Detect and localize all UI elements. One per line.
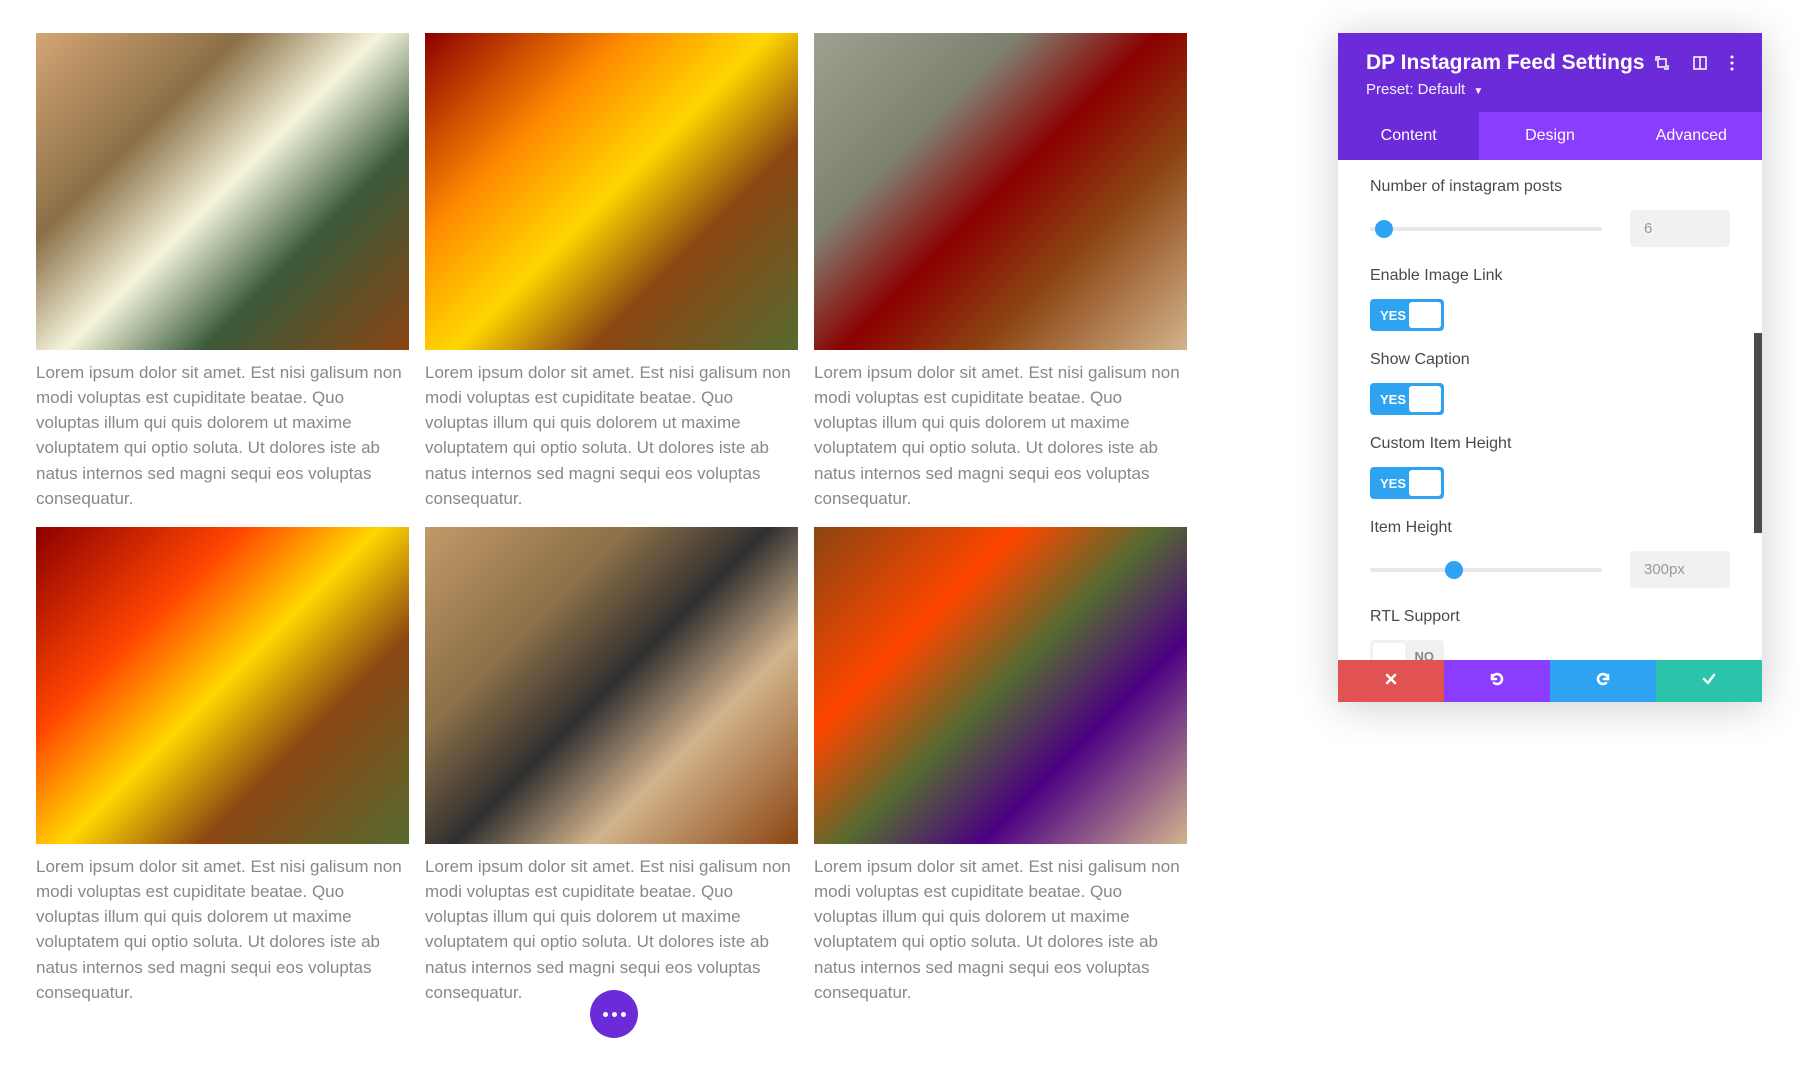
- feed-caption: Lorem ipsum dolor sit amet. Est nisi gal…: [425, 360, 798, 511]
- custom-item-height-toggle[interactable]: YES: [1370, 467, 1444, 499]
- control-label: Item Height: [1370, 519, 1730, 537]
- settings-panel: DP Instagram Feed Settings Preset: Defau…: [1338, 33, 1762, 702]
- preset-label: Preset: Default: [1366, 81, 1465, 98]
- panel-body: Number of instagram posts 6 Enable Image…: [1338, 160, 1762, 660]
- redo-button[interactable]: [1550, 660, 1656, 702]
- save-button[interactable]: [1656, 660, 1762, 702]
- feed-caption: Lorem ipsum dolor sit amet. Est nisi gal…: [36, 854, 409, 1005]
- toggle-knob: [1373, 643, 1405, 660]
- columns-icon[interactable]: [1692, 55, 1708, 71]
- feed-item: Lorem ipsum dolor sit amet. Est nisi gal…: [425, 527, 798, 1005]
- chevron-down-icon: ▼: [1473, 86, 1483, 97]
- feed-item: Lorem ipsum dolor sit amet. Est nisi gal…: [425, 33, 798, 511]
- toggle-knob: [1409, 302, 1441, 328]
- feed-image[interactable]: [814, 527, 1187, 844]
- slider-thumb[interactable]: [1445, 561, 1463, 579]
- feed-item: Lorem ipsum dolor sit amet. Est nisi gal…: [36, 33, 409, 511]
- feed-image[interactable]: [814, 33, 1187, 350]
- control-enable-image-link: Enable Image Link YES: [1370, 267, 1730, 331]
- feed-image[interactable]: [425, 527, 798, 844]
- redo-icon: [1594, 670, 1612, 693]
- tabs: Content Design Advanced: [1338, 112, 1762, 160]
- feed-item: Lorem ipsum dolor sit amet. Est nisi gal…: [36, 527, 409, 1005]
- item-height-slider[interactable]: [1370, 568, 1602, 572]
- panel-header: DP Instagram Feed Settings Preset: Defau…: [1338, 33, 1762, 112]
- close-button[interactable]: [1338, 660, 1444, 702]
- toggle-label: NO: [1405, 649, 1445, 661]
- scrollbar[interactable]: [1754, 333, 1762, 533]
- control-label: Enable Image Link: [1370, 267, 1730, 285]
- feed-image[interactable]: [36, 527, 409, 844]
- control-show-caption: Show Caption YES: [1370, 351, 1730, 415]
- feed-caption: Lorem ipsum dolor sit amet. Est nisi gal…: [814, 360, 1187, 511]
- undo-button[interactable]: [1444, 660, 1550, 702]
- control-item-height: Item Height 300px: [1370, 519, 1730, 588]
- item-height-input[interactable]: 300px: [1630, 551, 1730, 588]
- feed-image[interactable]: [36, 33, 409, 350]
- control-custom-item-height: Custom Item Height YES: [1370, 435, 1730, 499]
- toggle-knob: [1409, 470, 1441, 496]
- tab-design[interactable]: Design: [1479, 112, 1620, 160]
- control-label: Show Caption: [1370, 351, 1730, 369]
- feed-caption: Lorem ipsum dolor sit amet. Est nisi gal…: [425, 854, 798, 1005]
- floating-action-button[interactable]: [590, 990, 638, 1038]
- control-num-posts: Number of instagram posts 6: [1370, 178, 1730, 247]
- toggle-knob: [1409, 386, 1441, 412]
- enable-image-link-toggle[interactable]: YES: [1370, 299, 1444, 331]
- check-icon: [1701, 671, 1717, 692]
- undo-icon: [1488, 670, 1506, 693]
- kebab-icon[interactable]: [1730, 55, 1734, 71]
- close-icon: [1384, 672, 1398, 691]
- feed-caption: Lorem ipsum dolor sit amet. Est nisi gal…: [814, 854, 1187, 1005]
- panel-footer: [1338, 660, 1762, 702]
- tab-content[interactable]: Content: [1338, 112, 1479, 160]
- tab-advanced[interactable]: Advanced: [1621, 112, 1762, 160]
- expand-icon[interactable]: [1654, 55, 1670, 71]
- control-label: RTL Support: [1370, 608, 1730, 626]
- slider-thumb[interactable]: [1375, 220, 1393, 238]
- feed-caption: Lorem ipsum dolor sit amet. Est nisi gal…: [36, 360, 409, 511]
- ellipsis-icon: [603, 1012, 626, 1017]
- control-label: Custom Item Height: [1370, 435, 1730, 453]
- num-posts-slider[interactable]: [1370, 227, 1602, 231]
- feed-image[interactable]: [425, 33, 798, 350]
- rtl-support-toggle[interactable]: NO: [1370, 640, 1444, 660]
- preset-dropdown[interactable]: Preset: Default ▼: [1366, 81, 1734, 98]
- feed-item: Lorem ipsum dolor sit amet. Est nisi gal…: [814, 33, 1187, 511]
- panel-title-text: DP Instagram Feed Settings: [1366, 51, 1645, 75]
- num-posts-input[interactable]: 6: [1630, 210, 1730, 247]
- show-caption-toggle[interactable]: YES: [1370, 383, 1444, 415]
- feed-item: Lorem ipsum dolor sit amet. Est nisi gal…: [814, 527, 1187, 1005]
- control-rtl-support: RTL Support NO: [1370, 608, 1730, 660]
- control-label: Number of instagram posts: [1370, 178, 1730, 196]
